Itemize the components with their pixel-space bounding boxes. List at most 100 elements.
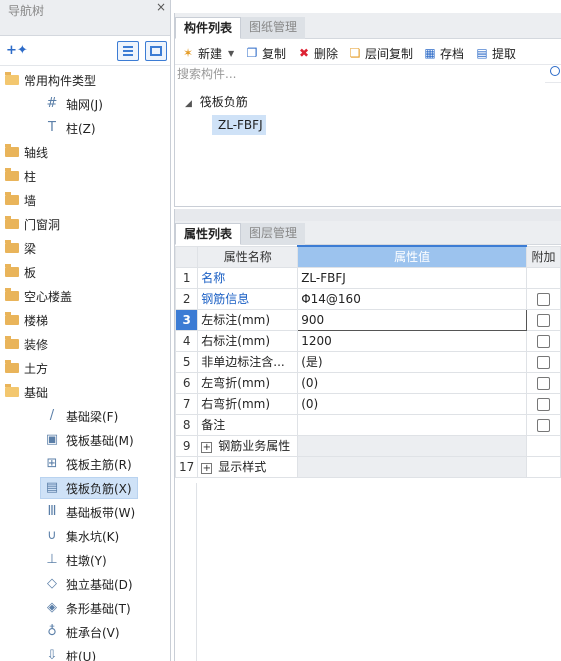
property-value-cell[interactable]: 900 [297, 308, 528, 331]
nav-tree-item[interactable]: 土方 [0, 356, 170, 380]
nav-tree-item[interactable]: 装修 [0, 332, 170, 356]
folder-icon[interactable] [5, 240, 19, 253]
property-value-cell[interactable]: (是) [297, 350, 528, 373]
property-extra-cell [526, 455, 561, 478]
tab-property-list[interactable]: 属性列表 [175, 223, 242, 245]
tab-component-list[interactable]: 构件列表 [175, 17, 242, 39]
component-type-icon: T [48, 120, 56, 135]
property-name-cell: 右标注(mm) [197, 329, 299, 352]
nav-tree-item[interactable]: ◇ 独立基础(D) [0, 572, 170, 596]
nav-tree-item-label: 梁 [24, 242, 37, 256]
folder-icon[interactable] [5, 312, 19, 325]
property-row[interactable]: 4 右标注(mm) 1200 [174, 329, 561, 352]
attach-checkbox[interactable] [537, 334, 551, 348]
property-row[interactable]: 7 右弯折(mm) (0) [174, 392, 561, 415]
property-row[interactable]: 5 非单边标注含... (是) [174, 350, 561, 373]
component-list-panel: 构件列表 图纸管理 ✶ 新建 ▼ ❐ 复制 ✖ 删除 ❏ 层间复制 ▦ 存档 ▤… [174, 13, 561, 207]
property-extra-cell [526, 392, 561, 415]
nav-tree-item[interactable]: 墙 [0, 188, 170, 212]
nav-tree-item[interactable]: ♁ 桩承台(V) [0, 620, 170, 644]
component-item-selected[interactable]: ZL-FBFJ [212, 115, 266, 135]
folder-open-icon[interactable] [5, 72, 19, 85]
collapse-arrow-icon[interactable]: ◢ [185, 99, 192, 109]
grid-view-icon[interactable] [145, 41, 167, 61]
layer-copy-button[interactable]: ❏ 层间复制 [348, 44, 413, 62]
nav-tree-item[interactable]: 梁 [0, 236, 170, 260]
chevron-down-icon[interactable]: ▼ [228, 49, 234, 58]
nav-tree-item[interactable]: ⊞ 筏板主筋(R) [0, 452, 170, 476]
nav-tree-item[interactable]: 门窗洞 [0, 212, 170, 236]
save-icon: ▦ [424, 46, 436, 60]
folder-icon[interactable] [5, 216, 19, 229]
expand-icon[interactable]: + [201, 442, 213, 453]
property-value-cell[interactable] [297, 413, 528, 436]
expand-icon[interactable]: + [201, 463, 213, 474]
property-row[interactable]: 1 名称 ZL-FBFJ [174, 266, 561, 289]
nav-tree-item[interactable]: 轴线 [0, 140, 170, 164]
nav-tree-item[interactable]: Ⅲ 基础板带(W) [0, 500, 170, 524]
nav-tree-item[interactable]: ⊥ 柱墩(Y) [0, 548, 170, 572]
close-icon[interactable]: × [156, 0, 166, 14]
nav-tree-item[interactable]: T 柱(Z) [0, 116, 170, 140]
attach-checkbox[interactable] [537, 418, 551, 432]
folder-icon[interactable] [5, 264, 19, 277]
attach-checkbox[interactable] [537, 355, 551, 369]
property-name-cell: + 显示样式 [197, 455, 299, 478]
property-group-row[interactable]: 17 + 显示样式 [174, 455, 561, 478]
property-name-header: 属性名称 [197, 245, 299, 268]
extract-button[interactable]: ▤ 提取 [475, 44, 516, 62]
nav-tree-item[interactable]: 板 [0, 260, 170, 284]
folder-icon[interactable] [5, 192, 19, 205]
tab-drawing-management[interactable]: 图纸管理 [241, 17, 306, 39]
property-row[interactable]: 2 钢筋信息 Φ14@160 [174, 287, 561, 310]
nav-tree-item[interactable]: 空心楼盖 [0, 284, 170, 308]
component-search-input[interactable] [175, 65, 545, 83]
component-type-icon: ◇ [47, 576, 57, 591]
nav-tree-item[interactable]: 常用构件类型 [0, 68, 170, 92]
nav-tree-item[interactable]: / 基础梁(F) [0, 404, 170, 428]
component-group-node[interactable]: ◢ 筏板负筋 [185, 93, 248, 110]
save-button[interactable]: ▦ 存档 [423, 44, 464, 62]
tab-layer-management[interactable]: 图层管理 [241, 223, 306, 245]
folder-icon[interactable] [5, 360, 19, 373]
property-row[interactable]: 8 备注 [174, 413, 561, 436]
nav-tree-item-label: 基础板带(W) [66, 506, 136, 520]
nav-tree-item[interactable]: 基础 [0, 380, 170, 404]
copy-button[interactable]: ❐ 复制 [245, 44, 286, 62]
nav-tree-item[interactable]: 柱 [0, 164, 170, 188]
nav-tree-item[interactable]: ▤ 筏板负筋(X) [0, 476, 170, 500]
delete-button[interactable]: ✖ 删除 [297, 44, 338, 62]
folder-open-icon[interactable] [5, 384, 19, 397]
property-value-cell[interactable]: (0) [297, 392, 528, 415]
add-icon[interactable]: +✦ [6, 43, 28, 58]
property-table-header: 属性名称 属性值 附加 [174, 245, 561, 268]
nav-tree-item[interactable]: ∪ 集水坑(K) [0, 524, 170, 548]
attach-checkbox[interactable] [537, 376, 551, 390]
property-value-cell[interactable]: 1200 [297, 329, 528, 352]
property-group-row[interactable]: 9 + 钢筋业务属性 [174, 434, 561, 457]
row-number: 1 [174, 266, 199, 289]
folder-icon[interactable] [5, 168, 19, 181]
property-name-cell: 非单边标注含... [197, 350, 299, 373]
attach-checkbox[interactable] [537, 292, 551, 306]
property-value-cell[interactable]: (0) [297, 371, 528, 394]
extract-button-label: 提取 [492, 46, 517, 61]
new-button[interactable]: ✶ 新建 ▼ [181, 44, 234, 62]
folder-icon[interactable] [5, 288, 19, 301]
search-icon[interactable] [550, 66, 560, 76]
list-view-icon[interactable] [117, 41, 139, 61]
nav-tree-item[interactable]: 楼梯 [0, 308, 170, 332]
property-row[interactable]: 6 左弯折(mm) (0) [174, 371, 561, 394]
attach-checkbox[interactable] [537, 313, 551, 327]
folder-icon[interactable] [5, 144, 19, 157]
folder-icon[interactable] [5, 336, 19, 349]
attach-checkbox[interactable] [537, 397, 551, 411]
property-row[interactable]: 3 左标注(mm) 900 [174, 308, 561, 331]
property-value-cell[interactable]: Φ14@160 [297, 287, 528, 310]
nav-tree-item-label: 板 [24, 266, 37, 280]
nav-tree-item[interactable]: ◈ 条形基础(T) [0, 596, 170, 620]
nav-tree-item[interactable]: ⇩ 桩(U) [0, 644, 170, 661]
property-value-cell[interactable]: ZL-FBFJ [297, 266, 528, 289]
nav-tree-item[interactable]: # 轴网(J) [0, 92, 170, 116]
nav-tree-item[interactable]: ▣ 筏板基础(M) [0, 428, 170, 452]
